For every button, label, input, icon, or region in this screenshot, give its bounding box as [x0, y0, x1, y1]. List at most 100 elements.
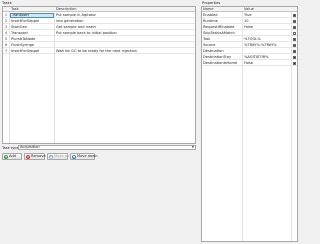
move-up-button[interactable]: ▲ Move up [47, 153, 70, 160]
property-name: SkipTaskIsAMatch [203, 31, 235, 35]
property-row[interactable]: Tool %TOOL% [202, 37, 297, 42]
properties-table: Name Value Enabled True Runtime 10 RequestIf… [201, 6, 298, 242]
property-name: DestinationIsHome [203, 61, 238, 65]
property-name: DestinationTray [203, 55, 232, 59]
property-checkbox-cell [292, 49, 298, 54]
row-number: 5 [4, 37, 8, 41]
property-checkbox-cell [292, 37, 298, 42]
property-checkbox[interactable] [293, 26, 296, 29]
move-down-button[interactable]: ▼ Move down [70, 153, 98, 160]
row-number: 2 [4, 19, 8, 23]
property-row[interactable]: Destination [202, 49, 297, 54]
table-row[interactable]: 7 InsertForSeppel Wait for GC to be ready … [3, 49, 195, 54]
table-row[interactable]: 2 InsertForSeppel into generation [3, 19, 195, 24]
task-name-cell[interactable]: InsertForSeppel [10, 49, 54, 54]
task-description-cell[interactable]: Wait for GC to be ready for the next inj… [55, 49, 197, 54]
property-checkbox[interactable] [293, 32, 296, 35]
property-name: Source [203, 43, 216, 47]
property-value[interactable]: %AGITATOR% [243, 55, 289, 60]
task-type-value: Acquisition [20, 145, 40, 149]
property-name: RequestIfEnabled [203, 25, 235, 29]
property-row[interactable]: SkipTaskIsAMatch [202, 31, 297, 36]
row-number: 6 [4, 43, 8, 47]
header-task[interactable]: Task [10, 7, 54, 12]
properties-table-header: Name Value [202, 7, 297, 12]
task-name-cell[interactable]: Transport [10, 31, 54, 36]
arrow-down-icon: ▼ [72, 155, 76, 159]
property-name: Destination [203, 49, 224, 53]
remove-icon: × [26, 155, 30, 159]
header-description[interactable]: Description [55, 7, 197, 12]
property-row[interactable]: DestinationTray %AGITATOR% [202, 55, 297, 60]
property-checkbox-cell [292, 61, 298, 66]
row-number: 3 [4, 25, 8, 29]
property-name: Tool [203, 37, 210, 41]
add-button[interactable]: + Add [2, 153, 22, 160]
property-row[interactable]: Enabled True [202, 13, 297, 18]
property-checkbox-cell [292, 19, 298, 24]
task-description-cell[interactable] [55, 37, 197, 42]
tasks-table-header: Task Description [3, 7, 195, 12]
task-name-cell[interactable]: PlumbToNode [10, 37, 54, 42]
property-checkbox-cell [292, 25, 298, 30]
move-down-button-label: Move down [77, 154, 98, 158]
property-checkbox[interactable] [293, 20, 296, 23]
property-value[interactable] [243, 31, 289, 36]
property-row[interactable]: RequestIfEnabled False [202, 25, 297, 30]
tasks-table: Task Description 1 Transport Put sample in… [2, 6, 196, 144]
table-row[interactable]: 5 PlumbToNode [3, 37, 195, 42]
task-name-cell[interactable]: InsertForSeppel [10, 19, 54, 24]
task-type-select[interactable]: Acquisition ▼ [18, 145, 196, 150]
property-value[interactable]: 10 [243, 19, 289, 24]
arrow-up-icon: ▲ [49, 155, 53, 159]
add-button-label: Add [9, 154, 16, 158]
property-row[interactable]: DestinationIsHome False [202, 61, 297, 66]
property-checkbox[interactable] [293, 62, 296, 65]
task-name-cell[interactable]: FlushSyringe [10, 43, 54, 48]
property-checkbox[interactable] [293, 44, 296, 47]
table-row[interactable]: 3 StartGen Get sample and insert [3, 25, 195, 30]
property-value[interactable]: %TRAY%:%TRAY% [243, 43, 289, 48]
property-checkbox-cell [292, 31, 298, 36]
chevron-down-icon[interactable]: ▼ [192, 146, 194, 149]
move-up-button-label: Move up [54, 154, 70, 158]
header-number [3, 7, 9, 12]
property-row[interactable]: Runtime 10 [202, 19, 297, 24]
plus-icon: + [4, 155, 8, 159]
task-description-cell[interactable]: Put sample in Agitator [55, 13, 197, 18]
property-checkbox[interactable] [293, 56, 296, 59]
remove-button[interactable]: × Remove [24, 153, 46, 160]
task-name-cell[interactable]: Transport [10, 13, 54, 18]
task-description-cell[interactable]: Put sample back to initial position [55, 31, 197, 36]
property-value[interactable]: %TOOL% [243, 37, 289, 42]
header-check [292, 7, 298, 12]
property-checkbox[interactable] [293, 50, 296, 53]
task-description-cell[interactable]: into generation [55, 19, 197, 24]
property-checkbox-cell [292, 55, 298, 60]
row-number: 7 [4, 49, 8, 53]
property-name: Runtime [203, 19, 219, 23]
property-checkbox[interactable] [293, 38, 296, 41]
property-checkbox-cell [292, 13, 298, 18]
header-value[interactable]: Value [243, 7, 289, 12]
property-checkbox[interactable] [293, 14, 296, 17]
property-value[interactable]: False [243, 25, 289, 30]
task-description-cell[interactable]: Get sample and insert [55, 25, 197, 30]
property-name: Enabled [203, 13, 218, 17]
property-row[interactable]: Source %TRAY%:%TRAY% [202, 43, 297, 48]
tasks-pane-title: Tasks [2, 1, 12, 5]
header-name[interactable]: Name [202, 7, 242, 12]
task-description-cell[interactable] [55, 43, 197, 48]
row-number: 4 [4, 31, 8, 35]
property-value[interactable]: True [243, 13, 289, 18]
property-checkbox-cell [292, 43, 298, 48]
properties-pane-title: Properties [202, 1, 221, 5]
table-row[interactable]: 6 FlushSyringe [3, 43, 195, 48]
task-name-cell[interactable]: StartGen [10, 25, 54, 30]
table-row[interactable]: 1 Transport Put sample in Agitator [3, 13, 195, 18]
row-number: 1 [4, 13, 8, 17]
table-row[interactable]: 4 Transport Put sample back to initial pos… [3, 31, 195, 36]
property-value[interactable]: False [243, 61, 289, 66]
remove-button-label: Remove [31, 154, 46, 158]
property-value[interactable] [243, 49, 289, 54]
